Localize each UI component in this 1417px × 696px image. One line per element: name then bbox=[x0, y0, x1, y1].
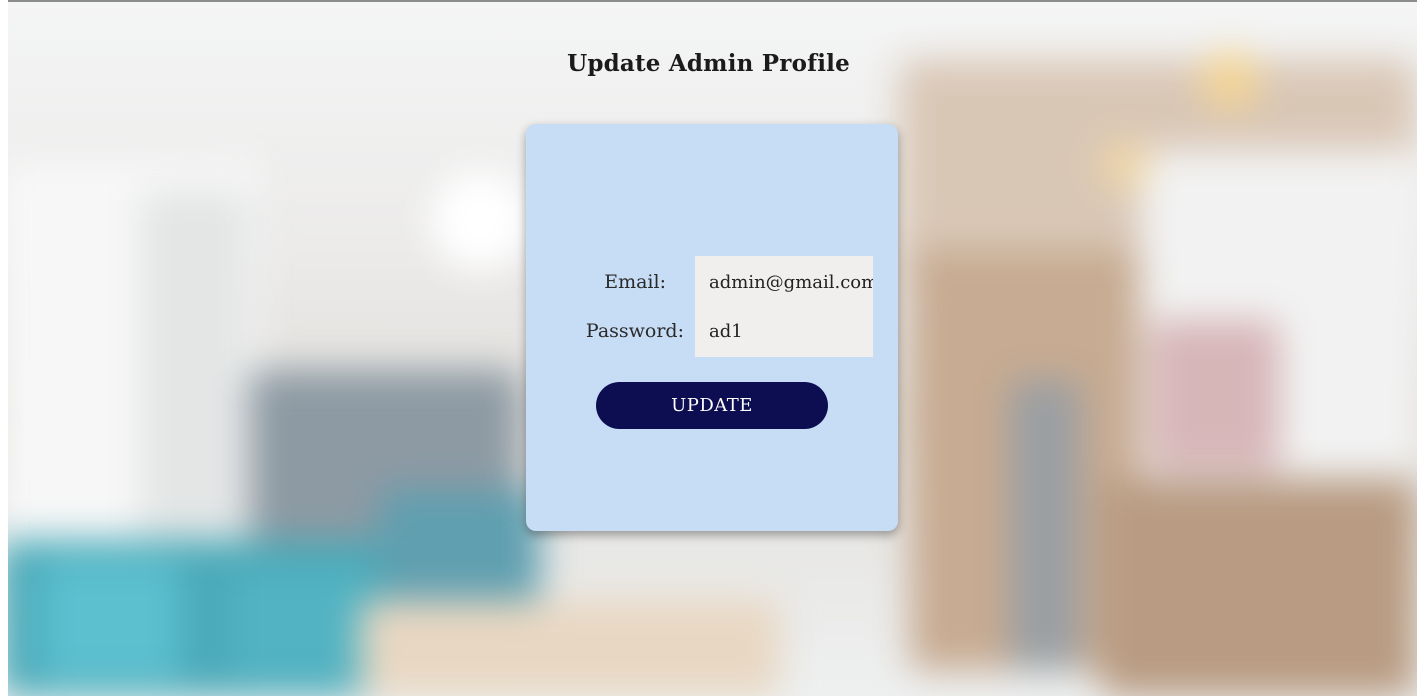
update-button[interactable]: UPDATE bbox=[596, 382, 828, 429]
page-root: Update Admin Profile Email: Password: UP… bbox=[0, 0, 1417, 696]
top-border bbox=[0, 0, 1417, 2]
update-profile-form: Email: Password: UPDATE bbox=[526, 124, 898, 531]
page-title: Update Admin Profile bbox=[567, 50, 850, 77]
left-border bbox=[0, 0, 8, 696]
password-field[interactable] bbox=[695, 305, 873, 357]
email-field[interactable] bbox=[695, 256, 873, 308]
password-label: Password: bbox=[585, 320, 684, 342]
email-label: Email: bbox=[604, 271, 666, 293]
